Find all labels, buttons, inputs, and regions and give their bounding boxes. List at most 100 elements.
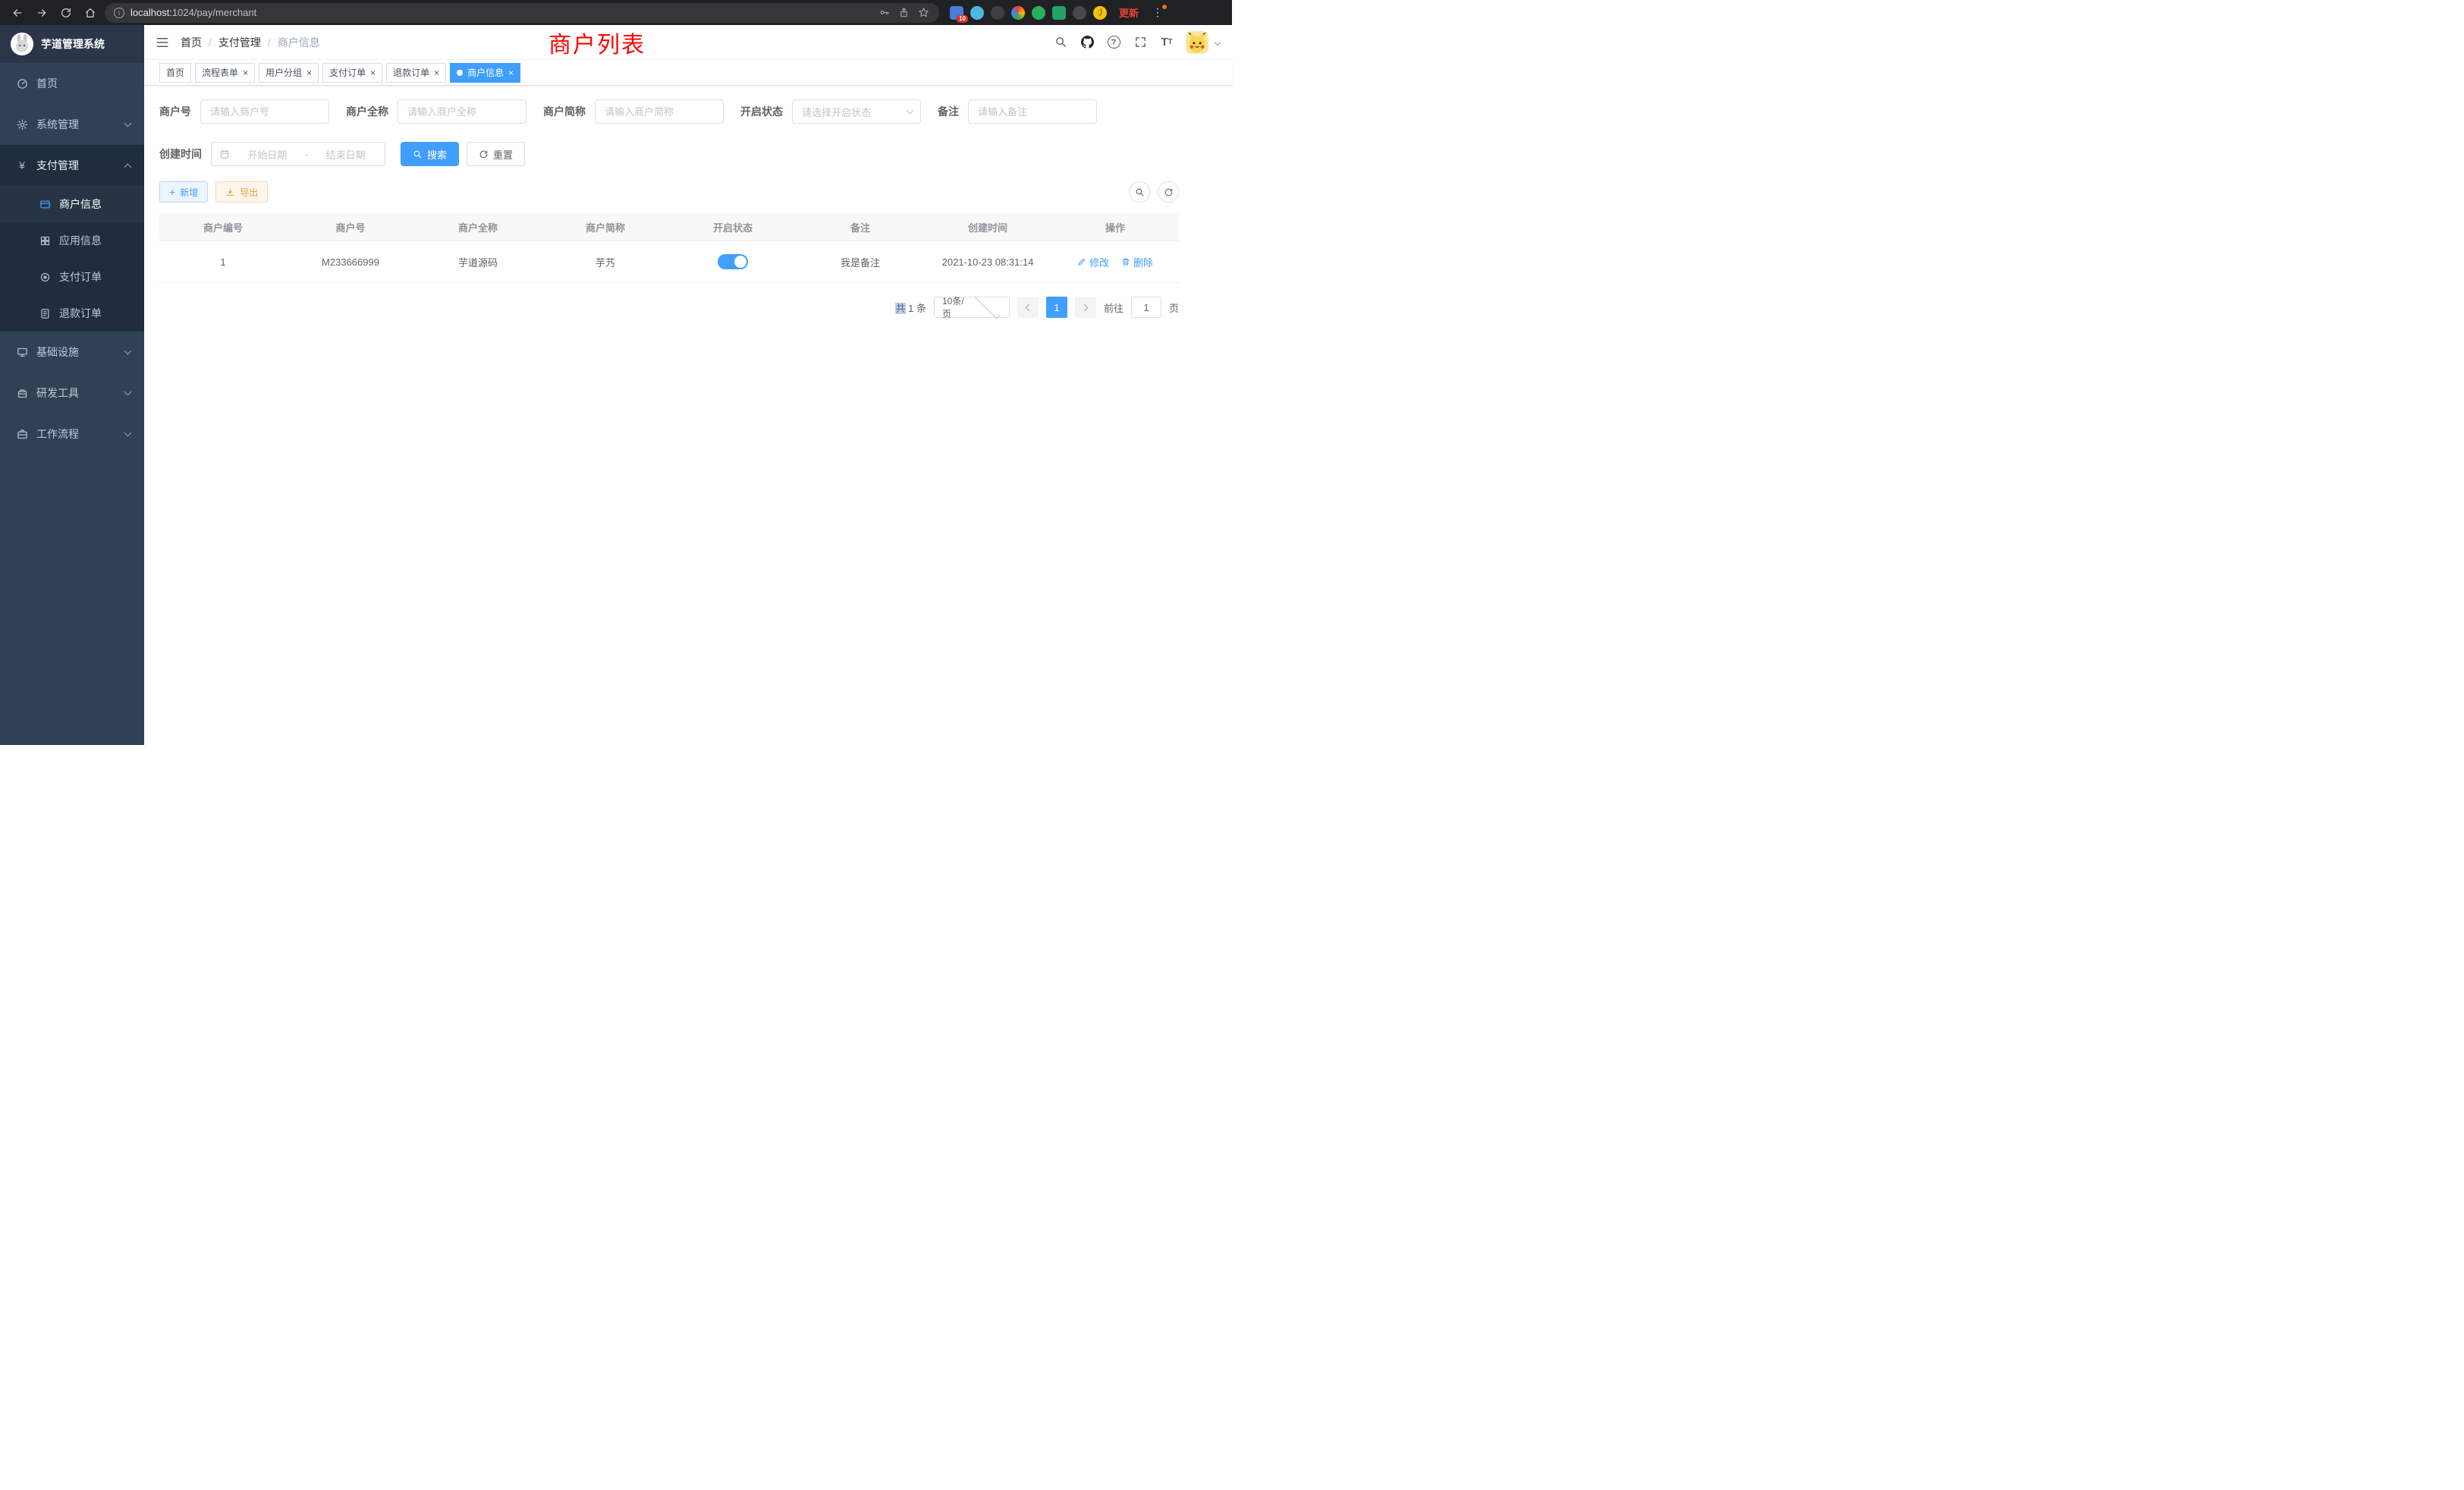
start-date-placeholder[interactable]: 开始日期 — [236, 147, 299, 162]
extension-drop-icon[interactable] — [970, 6, 984, 20]
export-button[interactable]: 导出 — [215, 181, 268, 203]
help-icon[interactable]: ? — [1106, 35, 1121, 50]
full-name-input[interactable] — [398, 99, 526, 124]
goto-page-input[interactable] — [1131, 297, 1161, 318]
search-button[interactable]: 搜索 — [401, 142, 459, 166]
chevron-up-icon — [124, 163, 132, 171]
total-count: 共 1 条 — [895, 300, 926, 315]
refresh-table-button[interactable] — [1158, 181, 1179, 203]
plus-icon: + — [169, 187, 175, 197]
sidebar-item-home[interactable]: 首页 — [0, 63, 144, 104]
sidebar-item-workflow[interactable]: 工作流程 — [0, 413, 144, 454]
briefcase-icon — [15, 429, 29, 440]
filter-row-2: 创建时间 开始日期 - 结束日期 搜索 重置 — [159, 142, 1179, 166]
font-size-icon[interactable]: TT — [1159, 35, 1174, 50]
collapse-sidebar-icon[interactable] — [155, 35, 170, 50]
tab-process-form[interactable]: 流程表单× — [195, 63, 255, 83]
merchant-no-label: 商户号 — [159, 104, 191, 119]
status-toggle[interactable] — [718, 254, 748, 269]
sidebar-item-app-info[interactable]: 应用信息 — [0, 222, 144, 259]
toolbox-icon — [15, 388, 29, 399]
close-icon[interactable]: × — [508, 68, 514, 77]
browser-toolbar: i localhost:1024/pay/merchant 10 :) 更新 ⋮ — [0, 0, 1232, 25]
share-icon[interactable] — [897, 6, 910, 20]
table-row: 1 M233666999 芋道源码 芋艿 我是备注 2021-10-23 08:… — [159, 241, 1179, 283]
browser-menu-icon[interactable]: ⋮ — [1149, 6, 1166, 19]
refresh-icon — [1164, 187, 1174, 197]
github-icon[interactable] — [1080, 35, 1095, 50]
browser-forward-button[interactable] — [32, 3, 52, 23]
password-key-icon[interactable] — [877, 6, 891, 20]
page-unit-label: 页 — [1169, 300, 1179, 315]
browser-reload-button[interactable] — [56, 3, 76, 23]
reset-button[interactable]: 重置 — [467, 142, 525, 166]
extension-puzzle-icon[interactable]: 10 — [950, 6, 963, 20]
prev-page-button[interactable] — [1017, 297, 1039, 318]
sidebar-item-devtools[interactable]: 研发工具 — [0, 372, 144, 413]
chevron-right-icon — [1081, 303, 1089, 311]
page-info-icon[interactable]: i — [114, 8, 124, 18]
status-select[interactable]: 请选择开启状态 — [792, 99, 921, 124]
browser-back-button[interactable] — [8, 3, 27, 23]
tab-refund-order[interactable]: 退款订单× — [386, 63, 446, 83]
short-name-input[interactable] — [595, 99, 724, 124]
sidebar-item-refund-order[interactable]: 退款订单 — [0, 295, 144, 332]
create-time-range-picker[interactable]: 开始日期 - 结束日期 — [211, 142, 385, 166]
full-name-label: 商户全称 — [346, 104, 388, 119]
tab-payment-order[interactable]: 支付订单× — [322, 63, 382, 83]
content: 商户号 商户全称 商户简称 开启状态 请选择开启状态 — [144, 86, 1232, 745]
extension-sheet-icon[interactable] — [1052, 6, 1066, 20]
add-button[interactable]: + 新增 — [159, 181, 208, 203]
search-icon[interactable] — [1053, 35, 1068, 50]
close-icon[interactable]: × — [243, 68, 248, 77]
edit-link[interactable]: 修改 — [1077, 255, 1109, 269]
short-name-label: 商户简称 — [543, 104, 586, 119]
extension-paw-icon[interactable] — [1073, 6, 1086, 20]
breadcrumb-payment[interactable]: 支付管理 — [218, 35, 261, 50]
page-size-select[interactable]: 10条/页 — [934, 297, 1010, 318]
extension-face-icon[interactable]: :) — [1093, 6, 1107, 20]
extension-dark-icon[interactable] — [991, 6, 1004, 20]
next-page-button[interactable] — [1075, 297, 1096, 318]
sidebar-item-payment-order[interactable]: 支付订单 — [0, 259, 144, 295]
sidebar-item-system[interactable]: 系统管理 — [0, 104, 144, 145]
status-label: 开启状态 — [740, 104, 783, 119]
sidebar-item-payment[interactable]: ¥ 支付管理 — [0, 145, 144, 186]
create-time-label: 创建时间 — [159, 146, 202, 162]
avatar-caret-icon[interactable] — [1215, 39, 1221, 45]
close-icon[interactable]: × — [370, 68, 376, 77]
tags-view-bar: 首页 流程表单× 用户分组× 支付订单× 退款订单× 商户信息× — [144, 60, 1232, 86]
extension-color-icon[interactable] — [1011, 6, 1025, 20]
breadcrumb: 首页 / 支付管理 / 商户信息 — [181, 35, 320, 50]
cell-short-name: 芋艿 — [542, 241, 669, 282]
app-logo[interactable]: 芋道管理系统 — [0, 25, 144, 63]
app-shell: 芋道管理系统 首页 系统管理 ¥ 支付管理 — [0, 25, 1232, 745]
gear-icon — [15, 119, 29, 130]
tab-user-group[interactable]: 用户分组× — [259, 63, 319, 83]
delete-link[interactable]: 删除 — [1121, 255, 1153, 269]
close-icon[interactable]: × — [306, 68, 312, 77]
bookmark-star-icon[interactable] — [916, 6, 930, 20]
remark-label: 备注 — [938, 104, 959, 119]
refresh-icon — [479, 149, 489, 159]
tab-merchant-info[interactable]: 商户信息× — [450, 63, 520, 83]
end-date-placeholder[interactable]: 结束日期 — [314, 147, 377, 162]
extension-check-icon[interactable] — [1032, 6, 1045, 20]
search-icon — [413, 149, 423, 159]
close-icon[interactable]: × — [434, 68, 439, 77]
browser-home-button[interactable] — [80, 3, 100, 23]
fullscreen-icon[interactable] — [1133, 35, 1148, 50]
browser-update-button[interactable]: 更新 — [1119, 5, 1139, 20]
tab-home[interactable]: 首页 — [159, 63, 191, 83]
navbar-actions: ? TT — [1053, 31, 1220, 54]
extensions-area: 10 :) — [950, 6, 1107, 20]
user-avatar[interactable] — [1186, 31, 1208, 54]
breadcrumb-home[interactable]: 首页 — [181, 35, 202, 50]
show-search-button[interactable] — [1129, 181, 1150, 203]
url-bar[interactable]: i localhost:1024/pay/merchant — [105, 3, 939, 23]
remark-input[interactable] — [968, 99, 1097, 124]
sidebar-item-merchant-info[interactable]: 商户信息 — [0, 186, 144, 222]
merchant-no-input[interactable] — [200, 99, 329, 124]
sidebar-item-infra[interactable]: 基础设施 — [0, 332, 144, 372]
page-number-button[interactable]: 1 — [1046, 297, 1067, 318]
